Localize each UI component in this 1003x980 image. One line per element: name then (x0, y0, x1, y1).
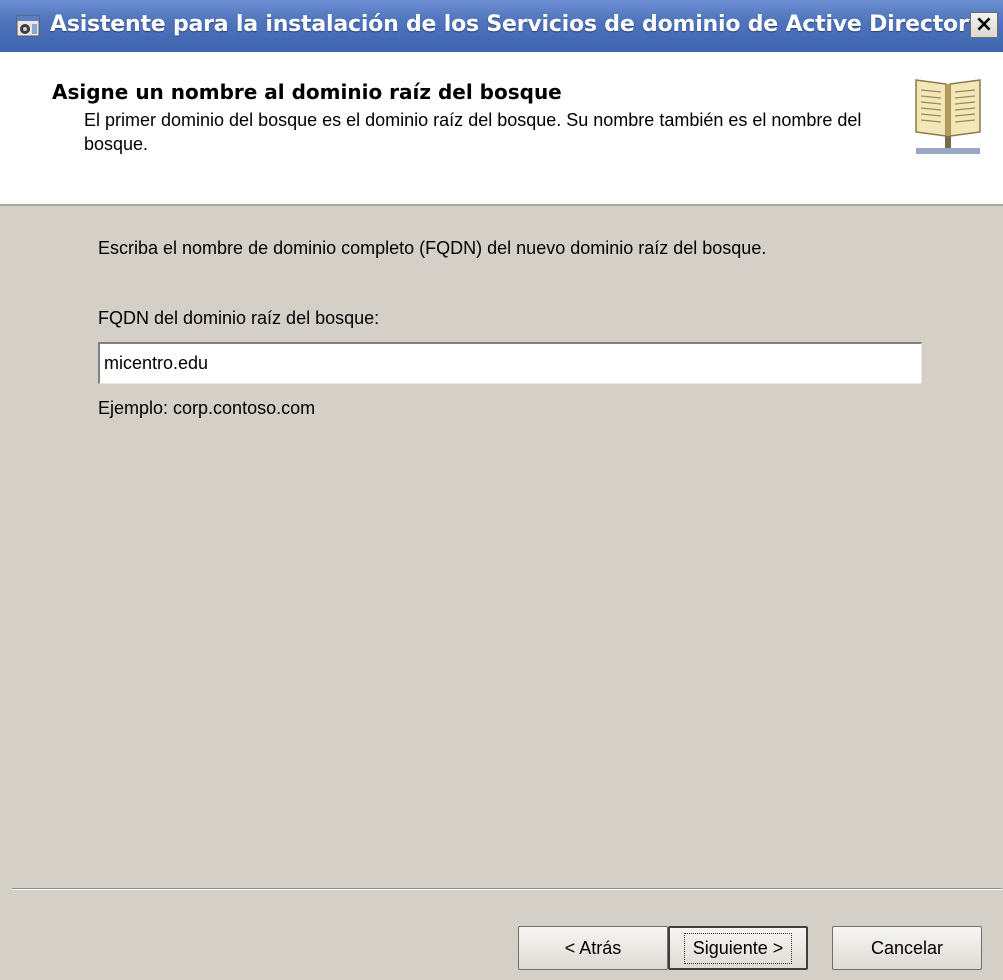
example-text: Ejemplo: corp.contoso.com (98, 398, 316, 418)
window-title: Asistente para la instalación de los Ser… (50, 12, 983, 37)
next-button[interactable]: Siguiente > (668, 926, 808, 970)
next-button-label: Siguiente > (683, 932, 793, 964)
footer-separator (12, 888, 1002, 890)
cancel-button[interactable]: Cancelar (832, 926, 982, 970)
close-button[interactable]: × (970, 12, 998, 38)
page-title: Asigne un nombre al dominio raíz del bos… (52, 80, 562, 104)
back-button[interactable]: < Atrás (518, 926, 668, 970)
wizard-window: Asistente para la instalación de los Ser… (0, 0, 1003, 980)
instruction-text: Escriba el nombre de dominio completo (F… (98, 238, 767, 258)
wizard-app-icon (16, 14, 42, 38)
book-directory-icon (912, 74, 984, 160)
page-description: El primer dominio del bosque es el domin… (84, 110, 862, 154)
fqdn-input[interactable] (98, 342, 922, 384)
title-bar[interactable]: Asistente para la instalación de los Ser… (0, 0, 1003, 53)
close-icon: × (974, 12, 994, 37)
wizard-header: Asigne un nombre al dominio raíz del bos… (0, 52, 1003, 206)
fqdn-label: FQDN del dominio raíz del bosque: (98, 308, 380, 328)
